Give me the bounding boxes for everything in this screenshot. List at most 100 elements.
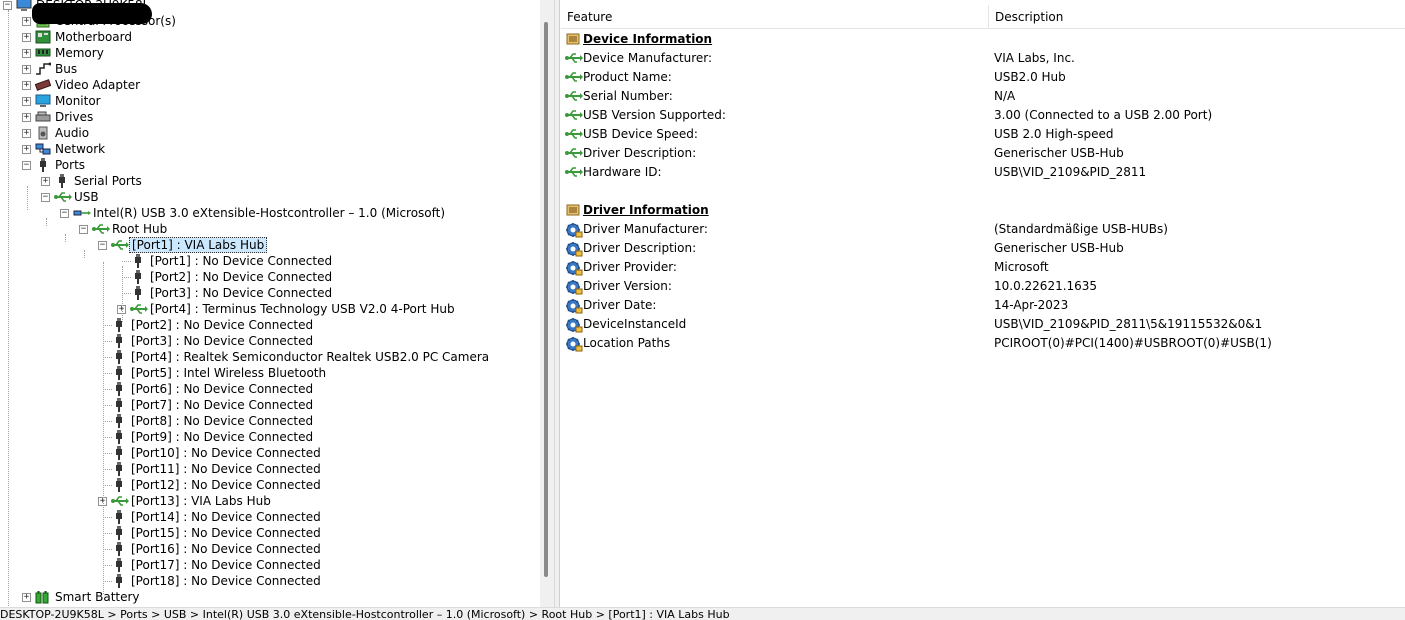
tree-node-audio[interactable]: + Audio: [0, 125, 540, 141]
tree-node-video[interactable]: + Video Adapter: [0, 77, 540, 93]
detail-row[interactable]: USB Version Supported: 3.00 (Connected to…: [561, 106, 1405, 125]
tree-node-p3[interactable]: [Port3] : No Device Connected: [0, 333, 540, 349]
expand-toggle[interactable]: +: [22, 33, 31, 42]
detail-row[interactable]: Hardware ID: USB\VID_2109&PID_2811: [561, 163, 1405, 182]
pane-splitter[interactable]: [555, 0, 560, 607]
tree-node-p18[interactable]: [Port18] : No Device Connected: [0, 573, 540, 589]
collapse-toggle[interactable]: −: [22, 161, 31, 170]
expand-toggle[interactable]: +: [22, 593, 31, 602]
tree-node-p2[interactable]: [Port2] : No Device Connected: [0, 317, 540, 333]
expand-toggle[interactable]: +: [22, 49, 31, 58]
drive-icon: [35, 110, 51, 124]
detail-section-row[interactable]: Device Information: [561, 30, 1405, 49]
tree-scrollbar[interactable]: [540, 0, 554, 607]
detail-blank-row: [561, 182, 1405, 201]
tree-node-p1[interactable]: − [Port1] : VIA Labs Hub: [0, 237, 540, 253]
tree-node-mb[interactable]: + Motherboard: [0, 29, 540, 45]
port-plug-icon: [111, 398, 127, 412]
tree-node-p17[interactable]: [Port17] : No Device Connected: [0, 557, 540, 573]
expand-toggle[interactable]: +: [22, 113, 31, 122]
tree-node-p5[interactable]: [Port5] : Intel Wireless Bluetooth: [0, 365, 540, 381]
detail-row[interactable]: Driver Description: Generischer USB-Hub: [561, 144, 1405, 163]
detail-feature: Device Information: [583, 32, 713, 46]
tree-node-label: Serial Ports: [74, 174, 142, 188]
tree-node-p9[interactable]: [Port9] : No Device Connected: [0, 429, 540, 445]
detail-row[interactable]: Driver Manufacturer: (Standardmäßige USB-…: [561, 220, 1405, 239]
tree-node-p8[interactable]: [Port8] : No Device Connected: [0, 413, 540, 429]
expand-toggle[interactable]: +: [22, 129, 31, 138]
detail-section-row[interactable]: Driver Information: [561, 201, 1405, 220]
collapse-toggle[interactable]: −: [98, 241, 107, 250]
tree-node-label: [Port17] : No Device Connected: [131, 558, 321, 572]
expand-toggle[interactable]: +: [22, 81, 31, 90]
detail-row[interactable]: Driver Provider: Microsoft: [561, 258, 1405, 277]
detail-value: Generischer USB-Hub: [994, 241, 1124, 255]
tree-guide-line: [122, 266, 123, 322]
column-header-feature[interactable]: Feature: [561, 5, 989, 29]
tree-node-p11[interactable]: [Port11] : No Device Connected: [0, 461, 540, 477]
tree-node-mem[interactable]: + Memory: [0, 45, 540, 61]
device-tree-pane[interactable]: −DESKTOP-2U9K58L+Central Processor(s)+Mo…: [0, 0, 555, 607]
tree-node-p1-1[interactable]: [Port1] : No Device Connected: [0, 253, 540, 269]
tree-node-p16[interactable]: [Port16] : No Device Connected: [0, 541, 540, 557]
tree-node-label: [Port1] : No Device Connected: [150, 254, 333, 268]
tree-node-p1-3[interactable]: [Port3] : No Device Connected: [0, 285, 540, 301]
tree-node-p14[interactable]: [Port14] : No Device Connected: [0, 509, 540, 525]
tree-scrollbar-thumb[interactable]: [544, 22, 548, 577]
tree-node-p1-2[interactable]: [Port2] : No Device Connected: [0, 269, 540, 285]
detail-row[interactable]: DeviceInstanceId USB\VID_2109&PID_2811\5&…: [561, 315, 1405, 334]
detail-row[interactable]: Serial Number: N/A: [561, 87, 1405, 106]
tree-node-mon[interactable]: + Monitor: [0, 93, 540, 109]
bus-icon: [35, 62, 52, 76]
detail-value: PCIROOT(0)#PCI(1400)#USBROOT(0)#USB(1): [994, 336, 1272, 350]
tree-node-serial[interactable]: + Serial Ports: [0, 173, 540, 189]
detail-row[interactable]: USB Device Speed: USB 2.0 High-speed: [561, 125, 1405, 144]
usb-controller-icon: [73, 206, 91, 220]
tree-guide-line: [84, 250, 85, 258]
port-plug-icon: [111, 382, 127, 396]
collapse-toggle[interactable]: −: [79, 225, 88, 234]
device-tree[interactable]: −DESKTOP-2U9K58L+Central Processor(s)+Mo…: [0, 0, 540, 607]
tree-node-p6[interactable]: [Port6] : No Device Connected: [0, 381, 540, 397]
expand-toggle[interactable]: +: [22, 97, 31, 106]
tree-node-p1-4[interactable]: + [Port4] : Terminus Technology USB V2.0 …: [0, 301, 540, 317]
tree-node-p7[interactable]: [Port7] : No Device Connected: [0, 397, 540, 413]
expand-toggle[interactable]: +: [22, 65, 31, 74]
detail-row[interactable]: Device Manufacturer: VIA Labs, Inc.: [561, 49, 1405, 68]
detail-row[interactable]: Driver Version: 10.0.22621.1635: [561, 277, 1405, 296]
expand-toggle[interactable]: +: [41, 177, 50, 186]
collapse-toggle[interactable]: −: [41, 193, 50, 202]
detail-feature: Driver Information: [583, 203, 709, 217]
tree-node-p12[interactable]: [Port12] : No Device Connected: [0, 477, 540, 493]
tree-node-bus[interactable]: + Bus: [0, 61, 540, 77]
tree-node-drives[interactable]: + Drives: [0, 109, 540, 125]
port-plug-icon: [111, 318, 127, 332]
tree-node-ports[interactable]: − Ports: [0, 157, 540, 173]
column-header-description[interactable]: Description: [989, 5, 1405, 29]
tree-node-usb[interactable]: − USB: [0, 189, 540, 205]
tree-node-label: [Port3] : No Device Connected: [150, 286, 333, 300]
detail-value: Generischer USB-Hub: [994, 146, 1124, 160]
detail-feature: Product Name:: [583, 70, 672, 84]
tree-node-p10[interactable]: [Port10] : No Device Connected: [0, 445, 540, 461]
detail-row[interactable]: Driver Date: 14-Apr-2023: [561, 296, 1405, 315]
tree-node-battery[interactable]: + Smart Battery: [0, 589, 540, 605]
port-plug-icon: [111, 542, 127, 556]
expand-toggle[interactable]: +: [22, 17, 31, 26]
tree-node-p4[interactable]: [Port4] : Realtek Semiconductor Realtek …: [0, 349, 540, 365]
tree-node-p15[interactable]: [Port15] : No Device Connected: [0, 525, 540, 541]
detail-row[interactable]: Driver Description: Generischer USB-Hub: [561, 239, 1405, 258]
detail-row[interactable]: Location Paths PCIROOT(0)#PCI(1400)#USBRO…: [561, 334, 1405, 353]
tree-node-label: USB: [74, 190, 99, 204]
tree-node-net[interactable]: + Network: [0, 141, 540, 157]
collapse-toggle[interactable]: −: [60, 209, 69, 218]
tree-node-roothub[interactable]: − Root Hub: [0, 221, 540, 237]
tree-node-hostctl[interactable]: − Intel(R) USB 3.0 eXtensible-Hostcontrol…: [0, 205, 540, 221]
expand-toggle[interactable]: +: [22, 145, 31, 154]
tree-node-label: [Port15] : No Device Connected: [131, 526, 321, 540]
tree-node-p13[interactable]: + [Port13] : VIA Labs Hub: [0, 493, 540, 509]
detail-value: 10.0.22621.1635: [994, 279, 1098, 293]
port-plug-icon: [111, 574, 127, 588]
collapse-toggle[interactable]: −: [3, 1, 12, 10]
detail-row[interactable]: Product Name: USB2.0 Hub: [561, 68, 1405, 87]
